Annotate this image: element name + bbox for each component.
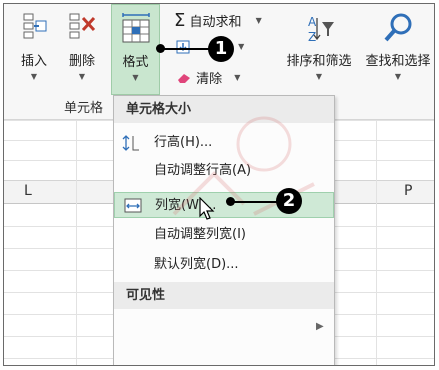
- hide-unhide-menu-item[interactable]: ▶: [114, 314, 334, 340]
- callout-1-badge: 1: [208, 36, 234, 62]
- cell-size-section-header: 单元格大小: [114, 96, 334, 123]
- mouse-pointer-icon: [199, 197, 215, 220]
- sort-filter-dropdown-arrow-icon[interactable]: ▼: [281, 72, 357, 81]
- row-height-menu-item[interactable]: 行高(H)...: [114, 130, 334, 156]
- cells-group-label: 单元格: [64, 101, 104, 116]
- row-height-label: 行高(H)...: [154, 135, 213, 150]
- callout-2-badge: 2: [276, 188, 302, 214]
- delete-cells-icon: [69, 13, 96, 39]
- insert-dropdown-arrow-icon[interactable]: ▼: [14, 72, 54, 81]
- grid-line: [76, 120, 77, 365]
- clear-button[interactable]: 清除 ▼: [176, 68, 240, 87]
- row-height-icon: [122, 135, 139, 151]
- fill-down-icon: [176, 40, 190, 53]
- submenu-arrow-icon: ▶: [316, 321, 324, 332]
- delete-label: 删除: [68, 54, 95, 69]
- default-width-label: 默认列宽(D)...: [154, 257, 239, 272]
- autosum-dropdown-arrow-icon[interactable]: ▼: [256, 16, 262, 25]
- default-width-menu-item[interactable]: 默认列宽(D)...: [114, 252, 334, 278]
- eraser-icon: [178, 73, 190, 83]
- find-select-button[interactable]: 查找和选择 ▼: [360, 10, 434, 96]
- autofit-row-height-label: 自动调整行高(A): [154, 163, 252, 178]
- autofit-row-height-menu-item[interactable]: 自动调整行高(A): [114, 158, 334, 184]
- autofit-column-width-menu-item[interactable]: 自动调整列宽(I): [114, 222, 334, 248]
- insert-button[interactable]: 插入 ▼: [14, 10, 54, 96]
- format-cells-icon: [122, 13, 150, 43]
- format-dropdown-menu: 单元格大小 行高(H)... 自动调整行高(A) 列宽(W)... 自动调整列宽…: [113, 95, 335, 365]
- sort-filter-button[interactable]: A Z 排序和筛选 ▼: [281, 10, 357, 96]
- find-select-dropdown-arrow-icon[interactable]: ▼: [360, 72, 434, 81]
- format-label: 格式: [122, 55, 149, 70]
- autosum-button[interactable]: Σ 自动求和 ▼: [174, 10, 262, 31]
- clear-dropdown-arrow-icon[interactable]: ▼: [234, 73, 240, 82]
- clear-label: 清除: [196, 72, 223, 87]
- sigma-icon: Σ: [174, 10, 186, 31]
- autosum-label: 自动求和: [189, 15, 242, 30]
- insert-label: 插入: [20, 54, 47, 69]
- sort-filter-label: 排序和筛选: [286, 54, 352, 69]
- autofit-column-width-label: 自动调整列宽(I): [154, 227, 246, 242]
- delete-dropdown-arrow-icon[interactable]: ▼: [60, 72, 104, 81]
- svg-text:A: A: [308, 15, 317, 29]
- sort-filter-icon: A Z: [308, 15, 334, 44]
- visibility-section-header: 可见性: [114, 282, 334, 309]
- grid-line: [376, 120, 377, 365]
- callout-1-line: [162, 48, 210, 50]
- format-button[interactable]: 格式 ▼: [111, 4, 160, 95]
- delete-button[interactable]: 删除 ▼: [60, 10, 104, 96]
- magnifier-icon: [384, 13, 412, 42]
- column-width-icon: [124, 198, 142, 213]
- format-dropdown-arrow-icon[interactable]: ▼: [112, 73, 159, 82]
- column-header-l[interactable]: L: [24, 183, 32, 199]
- column-header-p[interactable]: P: [404, 183, 412, 199]
- insert-cells-icon: [23, 13, 47, 39]
- callout-2-line: [232, 201, 278, 203]
- fill-dropdown-arrow-icon[interactable]: ▼: [238, 42, 244, 51]
- screenshot-frame: 插入 ▼ 删除 ▼ 格式 ▼ Σ 自动求和 ▼ ▼ 清除 ▼ A Z 排序和筛选…: [3, 3, 435, 366]
- find-select-label: 查找和选择: [365, 54, 431, 69]
